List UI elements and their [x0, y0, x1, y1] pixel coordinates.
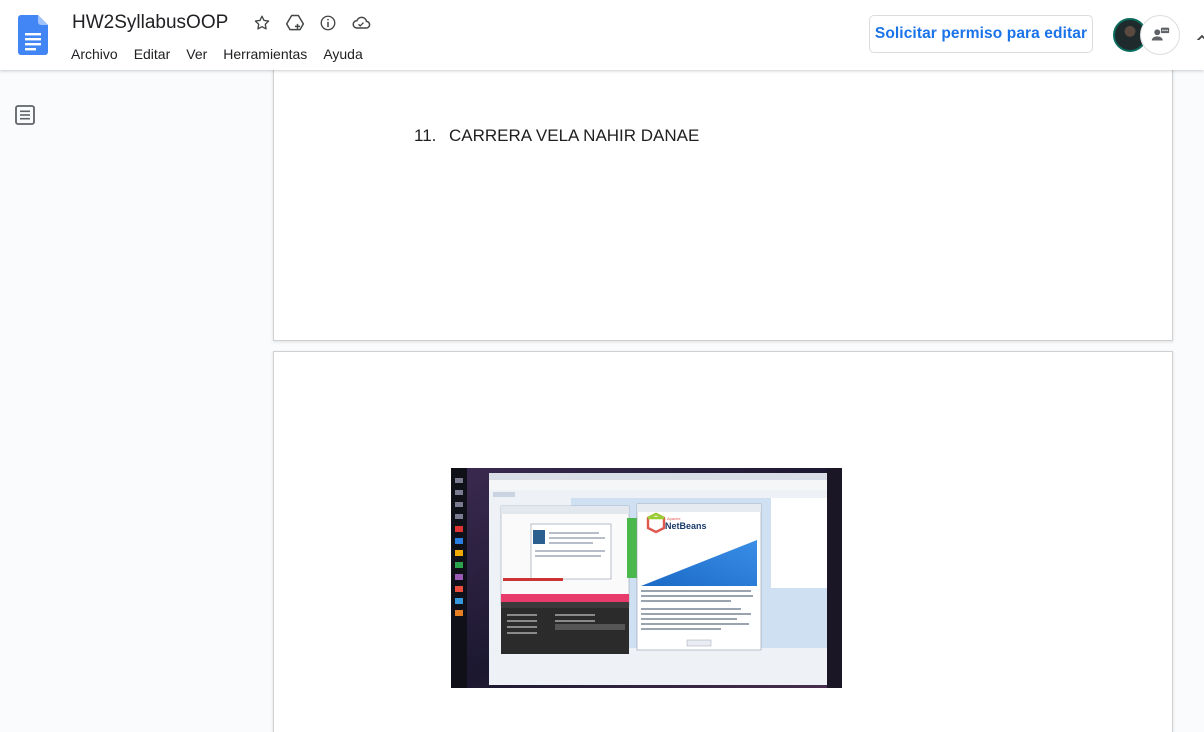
google-docs-logo-icon[interactable] — [18, 15, 48, 55]
document-page: 11. CARRERA VELA NAHIR DANAE — [274, 40, 1172, 340]
info-icon[interactable] — [317, 12, 338, 33]
chevron-up-icon[interactable] — [1196, 30, 1204, 40]
menu-ayuda[interactable]: Ayuda — [315, 44, 370, 64]
star-icon[interactable] — [251, 12, 272, 33]
move-to-drive-icon[interactable] — [284, 12, 305, 33]
title-icons — [251, 12, 371, 33]
list-item-text: CARRERA VELA NAHIR DANAE — [449, 126, 700, 145]
numbered-list-item[interactable]: 11. CARRERA VELA NAHIR DANAE — [414, 126, 699, 146]
netbeans-about-screenshot: Apache NetBeans — [451, 468, 842, 688]
menu-herramientas[interactable]: Herramientas — [215, 44, 315, 64]
document-outline-icon[interactable] — [14, 104, 36, 126]
menu-ver[interactable]: Ver — [178, 44, 215, 64]
person-icon — [1151, 27, 1170, 41]
join-call-button[interactable] — [1140, 15, 1180, 55]
document-title[interactable]: HW2SyllabusOOP — [72, 12, 228, 34]
menu-editar[interactable]: Editar — [126, 44, 179, 64]
menu-archivo[interactable]: Archivo — [63, 44, 126, 64]
cloud-status-icon[interactable] — [350, 12, 371, 33]
document-page: Apache NetBeans — [274, 352, 1172, 732]
request-edit-access-button[interactable]: Solicitar permiso para editar — [869, 15, 1093, 53]
docs-header: HW2SyllabusOOP Archivo Editar Ver Herram… — [0, 0, 1204, 70]
netbeans-logo-text: NetBeans — [665, 521, 707, 531]
menu-bar: Archivo Editar Ver Herramientas Ayuda — [63, 44, 371, 64]
embedded-screenshot-image[interactable]: Apache NetBeans — [451, 468, 842, 688]
list-number: 11. — [414, 126, 437, 145]
